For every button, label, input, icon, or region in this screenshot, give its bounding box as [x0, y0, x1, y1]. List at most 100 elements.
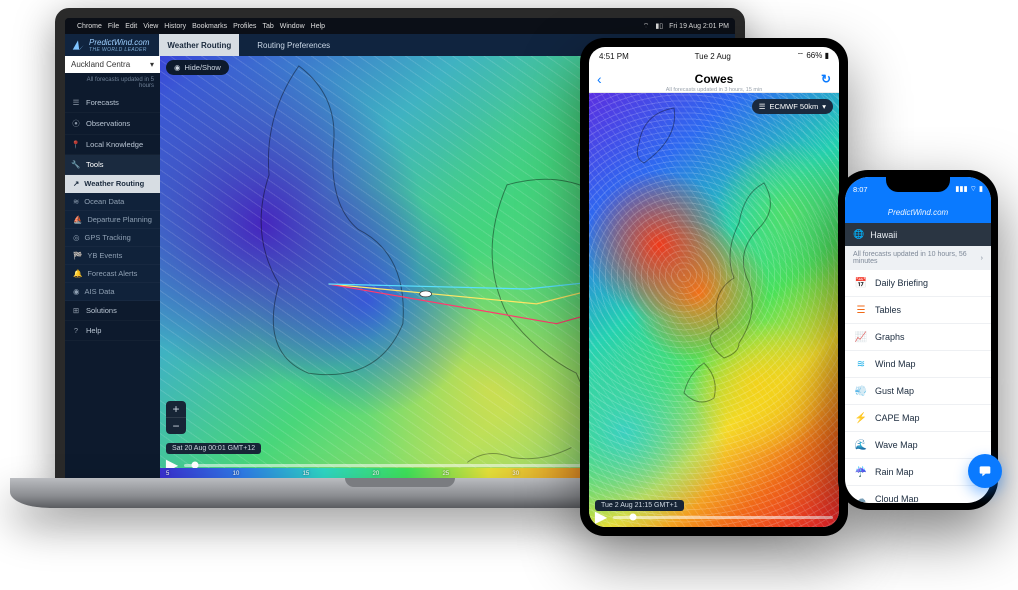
menubar-help[interactable]: Help	[311, 23, 325, 30]
model-selector-chip[interactable]: ☰ ECMWF 50km ▾	[752, 99, 833, 114]
tablet-play-button[interactable]: ▶	[595, 511, 607, 523]
tablet-slider-thumb[interactable]	[629, 514, 636, 521]
menubar-tab[interactable]: Tab	[262, 23, 273, 30]
status-battery: 66%	[806, 51, 822, 60]
location-selector[interactable]: Auckland Centra ▾	[65, 56, 160, 73]
tablet-title: Cowes	[695, 72, 734, 86]
phone-location: Hawaii	[870, 230, 897, 240]
zoom-in-button[interactable]: +	[166, 401, 186, 418]
mac-menubar: Chrome File Edit View History Bookmarks …	[65, 18, 735, 34]
sub-ais-data[interactable]: ◉AIS Data	[65, 283, 160, 301]
menu-daily-briefing[interactable]: 📅Daily Briefing	[845, 270, 991, 297]
observations-icon: ⦿	[71, 118, 81, 129]
gust-icon: 💨	[855, 385, 867, 397]
zoom-out-button[interactable]: −	[166, 418, 186, 434]
phone-location-bar[interactable]: 🌐 Hawaii	[845, 223, 991, 246]
sub-forecast-alerts[interactable]: 🔔Forecast Alerts	[65, 265, 160, 283]
calendar-icon: 📅	[855, 277, 867, 289]
phone-status-time: 8:07	[853, 185, 868, 194]
menu-wind-map[interactable]: ≋Wind Map	[845, 351, 991, 378]
battery-icon: ▮	[979, 184, 983, 193]
boat-icon: ⛵	[73, 215, 82, 224]
phone-screen: 8:07 ▮▮▮ ⌔ ▮ PredictWind.com 🌐 Hawaii Al…	[845, 177, 991, 503]
menubar-clock[interactable]: Fri 19 Aug 2:01 PM	[669, 23, 729, 30]
phone-update-msg: All forecasts updated in 10 hours, 56 mi…	[853, 251, 981, 265]
menu-cape-map[interactable]: ⚡CAPE Map	[845, 405, 991, 432]
brand-name: PredictWind.com	[89, 38, 149, 47]
phone-notch	[886, 177, 950, 192]
menu-graphs[interactable]: 📈Graphs	[845, 324, 991, 351]
phone-device: 8:07 ▮▮▮ ⌔ ▮ PredictWind.com 🌐 Hawaii Al…	[838, 170, 998, 510]
chat-fab-button[interactable]	[968, 454, 1002, 488]
trophy-icon: 🏁	[73, 251, 82, 260]
sub-gps-tracking[interactable]: ◎GPS Tracking	[65, 229, 160, 247]
tab-routing-preferences[interactable]: Routing Preferences	[249, 34, 338, 56]
chat-icon	[977, 463, 993, 479]
chevron-down-icon: ▾	[150, 60, 154, 69]
gps-icon: ◎	[73, 233, 80, 242]
menubar-history[interactable]: History	[164, 23, 186, 30]
brand-sail-icon	[71, 39, 85, 51]
wifi-icon: ⌔	[970, 184, 977, 193]
menu-gust-map[interactable]: 💨Gust Map	[845, 378, 991, 405]
tablet-time-slider[interactable]	[613, 516, 833, 519]
menu-wave-map[interactable]: 🌊Wave Map	[845, 432, 991, 459]
mac-menubar-left: Chrome File Edit View History Bookmarks …	[71, 23, 325, 30]
back-button[interactable]: ‹	[597, 71, 602, 87]
sub-ocean-data[interactable]: ≋Ocean Data	[65, 193, 160, 211]
wave-icon: 🌊	[855, 439, 867, 451]
tablet-map[interactable]: ☰ ECMWF 50km ▾ Tue 2 Aug 21:15 GMT+1 ▶	[589, 93, 839, 527]
menubar-window[interactable]: Window	[280, 23, 305, 30]
nav-observations[interactable]: ⦿Observations	[65, 113, 160, 135]
menubar-profiles[interactable]: Profiles	[233, 23, 256, 30]
menubar-app[interactable]: Chrome	[77, 23, 102, 30]
graph-icon: 📈	[855, 331, 867, 343]
phone-brand-bar: PredictWind.com	[845, 201, 991, 223]
wave-icon: ≋	[73, 197, 79, 206]
globe-icon: 🌐	[853, 229, 864, 240]
nav-tools[interactable]: 🔧Tools	[65, 155, 160, 175]
tablet-header: ‹ Cowes All forecasts updated in 3 hours…	[589, 65, 839, 93]
sub-departure-planning[interactable]: ⛵Departure Planning	[65, 211, 160, 229]
cloud-icon: ☁	[855, 493, 867, 502]
reload-button[interactable]: ↻	[821, 72, 831, 86]
status-date: Tue 2 Aug	[695, 52, 731, 61]
app-brand[interactable]: PredictWind.com THE WORLD LEADER	[71, 38, 149, 53]
lightning-icon: ⚡	[855, 412, 867, 424]
location-name: Auckland Centra	[71, 60, 130, 69]
battery-icon[interactable]: ▮▯	[655, 22, 663, 30]
forecast-icon: ☰	[71, 98, 81, 107]
rain-icon: ☔	[855, 466, 867, 478]
hide-show-toggle[interactable]: ◉ Hide/Show	[166, 60, 229, 75]
sidebar: Auckland Centra ▾ All forecasts updated …	[65, 56, 160, 478]
menubar-view[interactable]: View	[143, 23, 158, 30]
menu-tables[interactable]: ☰Tables	[845, 297, 991, 324]
tab-weather-routing[interactable]: Weather Routing	[159, 34, 239, 56]
brand-tagline: THE WORLD LEADER	[89, 47, 149, 53]
chevron-right-icon: ›	[981, 255, 983, 262]
sub-weather-routing[interactable]: ↗Weather Routing	[65, 175, 160, 193]
menu-cloud-map[interactable]: ☁Cloud Map	[845, 486, 991, 502]
nav-local-knowledge[interactable]: 📍Local Knowledge	[65, 135, 160, 155]
signal-icon: ▮▮▮	[955, 184, 967, 193]
phone-update-row[interactable]: All forecasts updated in 10 hours, 56 mi…	[845, 246, 991, 270]
radar-icon: ◉	[73, 287, 80, 296]
tablet-status-bar: 4:51 PM Tue 2 Aug ⌔ 66% ▮	[589, 47, 839, 65]
puzzle-icon: ⊞	[71, 306, 81, 315]
tablet-playbar: ▶	[595, 510, 833, 524]
nav-help[interactable]: ?Help	[65, 321, 160, 341]
menubar-file[interactable]: File	[108, 23, 119, 30]
eye-icon: ◉	[174, 63, 181, 72]
sub-yb-events[interactable]: 🏁YB Events	[65, 247, 160, 265]
wifi-icon[interactable]: ⌔	[643, 22, 650, 31]
tablet-coastline	[589, 93, 839, 523]
nav-forecasts[interactable]: ☰Forecasts	[65, 93, 160, 113]
route-icon: ↗	[73, 179, 79, 188]
chevron-down-icon: ▾	[822, 102, 826, 111]
nav-solutions[interactable]: ⊞Solutions	[65, 301, 160, 321]
wifi-icon: ⌔	[797, 51, 805, 60]
tablet-screen: 4:51 PM Tue 2 Aug ⌔ 66% ▮ ‹ Cowes All fo…	[589, 47, 839, 527]
menubar-bookmarks[interactable]: Bookmarks	[192, 23, 227, 30]
menubar-edit[interactable]: Edit	[125, 23, 137, 30]
layers-icon: ☰	[759, 102, 766, 111]
